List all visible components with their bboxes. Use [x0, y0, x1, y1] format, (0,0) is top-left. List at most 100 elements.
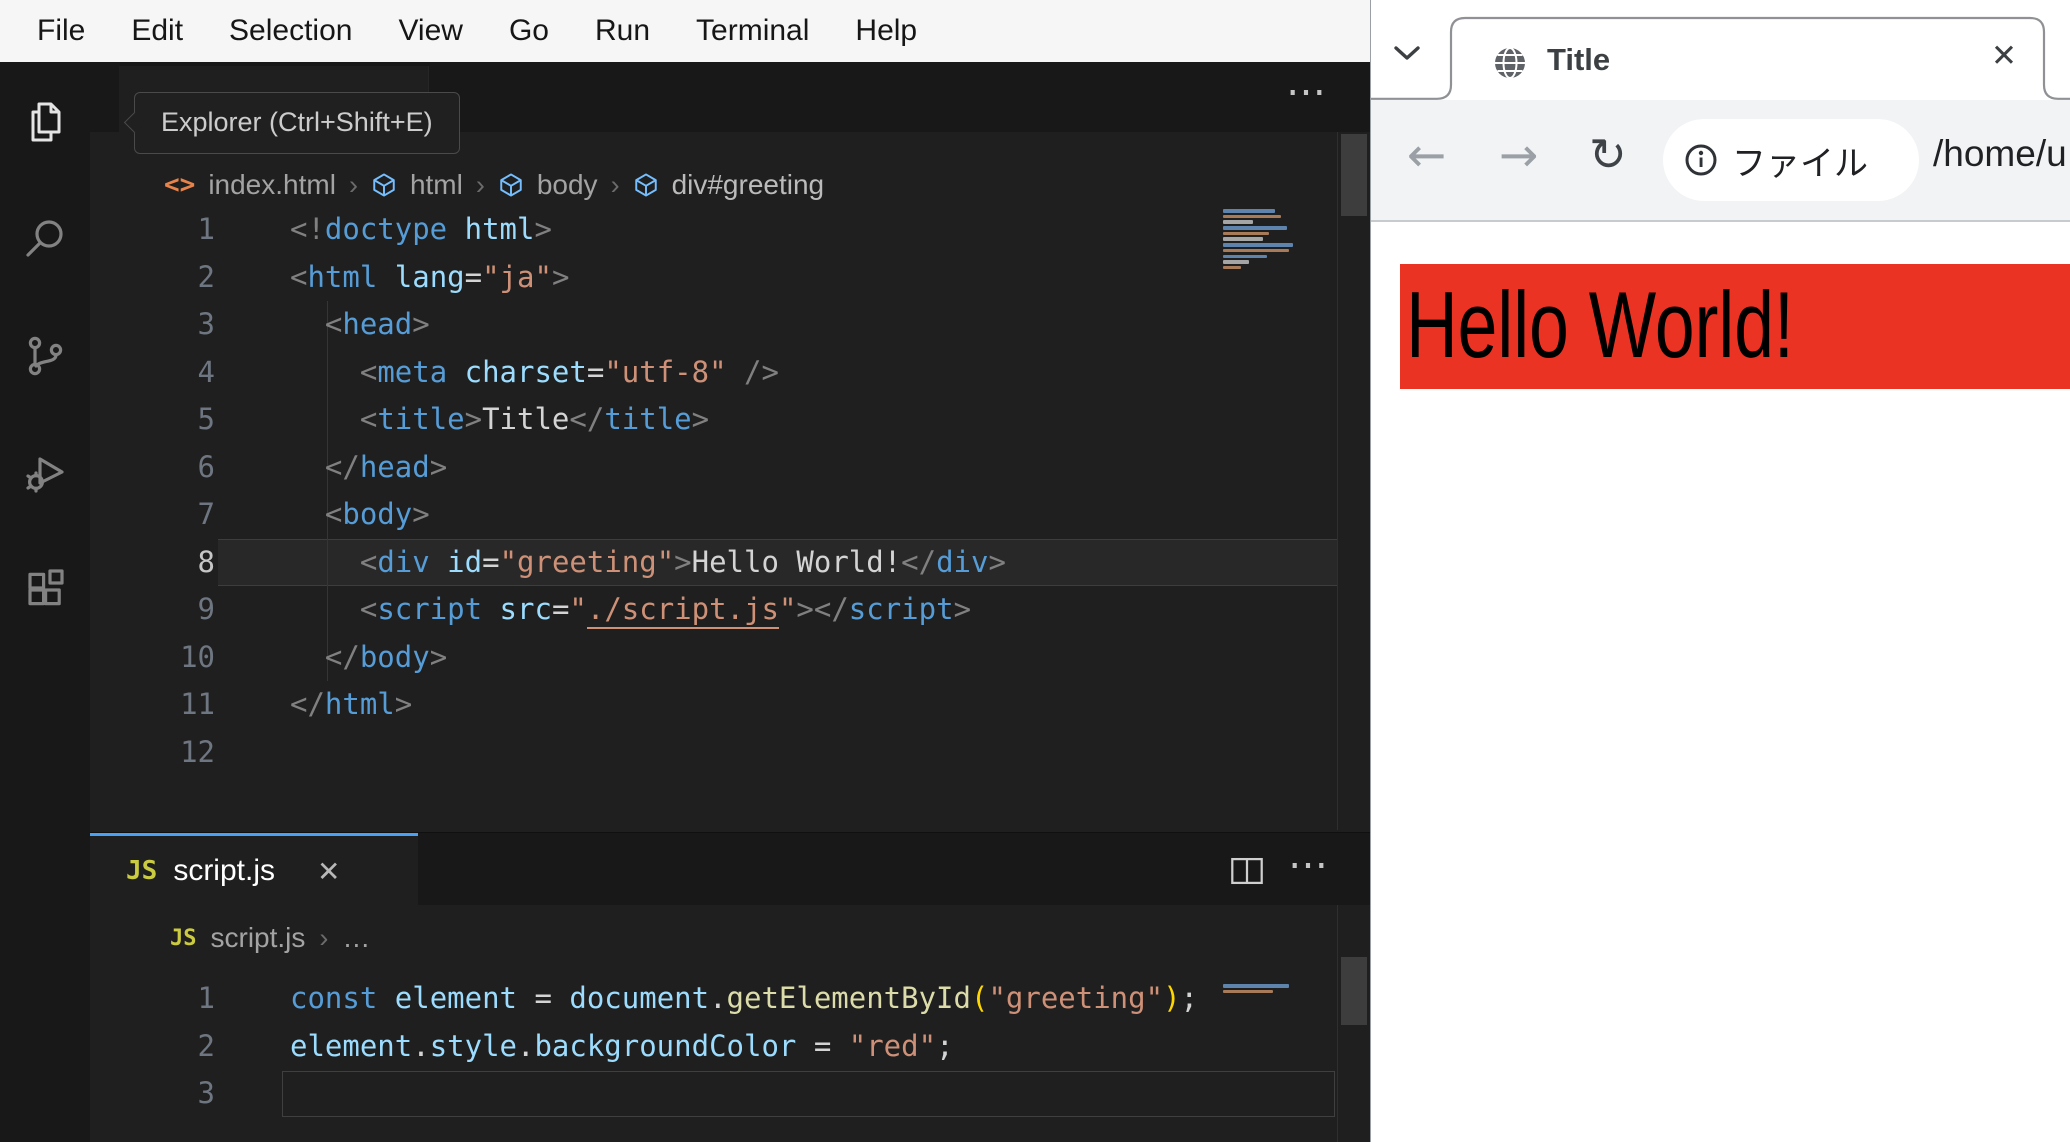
source-control-icon[interactable]	[20, 331, 70, 381]
scrollbar-thumb[interactable]	[1341, 134, 1367, 216]
search-icon[interactable]	[20, 214, 70, 264]
line-number: 1	[197, 981, 215, 1015]
line-text: <body>	[290, 497, 430, 531]
symbol-cube-icon	[373, 173, 395, 197]
chevron-right-icon: ›	[348, 169, 358, 200]
scrollbar-divider	[1337, 905, 1338, 1142]
breadcrumb-item-html[interactable]: html	[410, 169, 463, 201]
line-number: 12	[180, 734, 215, 769]
line-number: 5	[197, 402, 215, 436]
hello-world-banner: Hello World!	[1400, 264, 2070, 389]
browser-window: Title ✕ ← → ↻ ファイル /home/u Hello World!	[1370, 0, 2070, 1142]
menu-terminal[interactable]: Terminal	[673, 14, 832, 48]
breadcrumb-item-file[interactable]: index.html	[208, 169, 336, 201]
code-line-11[interactable]: 11 </html>	[90, 681, 1370, 729]
code-line-2[interactable]: 2 <html lang="ja">	[90, 254, 1370, 302]
breadcrumb-item-more[interactable]: …	[342, 922, 370, 954]
code-editor-html[interactable]: 1 <!doctype html> 2 <html lang="ja"> 3 <head…	[90, 206, 1370, 776]
code-line-9[interactable]: 9 <script src="./script.js"></script>	[90, 586, 1370, 634]
line-number: 9	[197, 592, 215, 626]
breadcrumb-item-body[interactable]: body	[537, 169, 598, 201]
scrollbar-thumb[interactable]	[1341, 957, 1367, 1025]
code-line-6[interactable]: 6 </head>	[90, 444, 1370, 492]
vscode-workbench: Explorer (Ctrl+Shift+E) ⋯ <> index.html …	[0, 62, 1370, 1142]
line-number: 3	[197, 307, 215, 341]
menu-view[interactable]: View	[375, 14, 485, 48]
line-text: <script src="./script.js"></script>	[290, 586, 971, 634]
minimap-line	[1223, 984, 1289, 988]
breadcrumb-item-div-greeting[interactable]: div#greeting	[672, 169, 825, 201]
tooltip-text: Explorer (Ctrl+Shift+E)	[161, 107, 433, 137]
back-button[interactable]: ←	[1407, 128, 1446, 183]
line-number: 2	[197, 1028, 215, 1063]
extensions-icon[interactable]	[20, 565, 70, 615]
close-tab-icon[interactable]: ✕	[317, 855, 340, 888]
code-line-10[interactable]: 10 </body>	[90, 634, 1370, 682]
symbol-cube-icon	[500, 173, 522, 197]
chevron-down-icon[interactable]	[1393, 45, 1421, 67]
hello-world-text: Hello World!	[1406, 272, 1794, 377]
minimap[interactable]	[1223, 984, 1315, 995]
line-number: 3	[197, 1076, 215, 1110]
minimap-line	[1223, 237, 1263, 241]
editor-more-actions-icon[interactable]: ⋯	[1286, 72, 1326, 112]
tab-script-js[interactable]: JS script.js ✕	[90, 833, 418, 906]
code-line-3[interactable]: 3 <head>	[90, 301, 1370, 349]
line-text: <head>	[290, 307, 430, 341]
code-line-1[interactable]: 1 const element = document.getElementById…	[90, 975, 1370, 1023]
line-text: </body>	[290, 639, 448, 674]
code-line-7[interactable]: 7 <body>	[90, 491, 1370, 539]
minimap-line	[1223, 265, 1241, 270]
menu-selection[interactable]: Selection	[206, 14, 375, 48]
symbol-cube-icon	[634, 173, 657, 197]
menu-edit[interactable]: Edit	[108, 14, 206, 48]
reload-button[interactable]: ↻	[1589, 128, 1627, 181]
code-line-4[interactable]: 4 <meta charset="utf-8" />	[90, 349, 1370, 397]
menu-go[interactable]: Go	[486, 14, 572, 48]
minimap-line	[1223, 231, 1269, 236]
breadcrumb-item-script-js[interactable]: script.js	[211, 922, 306, 954]
breadcrumb: <> index.html › html › body › div#greeti…	[90, 165, 1370, 205]
code-line-2[interactable]: 2 element.style.backgroundColor = "red";	[90, 1023, 1370, 1071]
menu-run[interactable]: Run	[572, 14, 673, 48]
browser-toolbar: ← → ↻ ファイル /home/u	[1371, 100, 2070, 222]
js-file-icon: JS	[126, 856, 158, 886]
close-tab-icon[interactable]: ✕	[1991, 38, 2017, 74]
activity-bar	[0, 62, 90, 1142]
code-line-1[interactable]: 1 <!doctype html>	[90, 206, 1370, 254]
panel-more-actions-icon[interactable]: ⋯	[1288, 845, 1328, 885]
code-line-8[interactable]: 8 <div id="greeting">Hello World!</div>	[90, 538, 1370, 587]
menubar: File Edit Selection View Go Run Terminal Help	[0, 0, 1370, 62]
line-number: 10	[180, 639, 215, 674]
info-icon	[1685, 144, 1717, 176]
html-file-icon: <>	[164, 170, 196, 200]
minimap-line	[1223, 260, 1249, 264]
panel-tab-bar: JS script.js ✕ ⋯	[90, 832, 1370, 906]
split-editor-icon[interactable]	[1230, 857, 1264, 890]
forward-button[interactable]: →	[1499, 128, 1538, 183]
line-number: 4	[197, 354, 215, 389]
line-text: element.style.backgroundColor = "red";	[290, 1028, 954, 1063]
code-line-12[interactable]: 12	[90, 729, 1370, 777]
menu-file[interactable]: File	[14, 14, 108, 48]
explorer-icon[interactable]	[20, 97, 70, 147]
address-bar-url[interactable]: /home/u	[1933, 133, 2067, 175]
tab-outline	[1371, 16, 2070, 100]
line-number: 1	[197, 212, 215, 246]
minimap-line	[1223, 248, 1289, 253]
code-line-3[interactable]: 3	[90, 1070, 1370, 1118]
tab-label: script.js	[173, 854, 275, 887]
site-info-label: ファイル	[1732, 144, 1868, 183]
code-editor-js[interactable]: 1 const element = document.getElementById…	[90, 975, 1370, 1118]
minimap-line	[1223, 214, 1281, 219]
site-info-chip[interactable]: ファイル	[1663, 119, 1919, 201]
browser-page: Hello World!	[1371, 222, 2070, 1142]
line-text: <html lang="ja">	[290, 259, 570, 294]
minimap[interactable]	[1223, 209, 1315, 272]
browser-tab-title[interactable]: Title	[1547, 42, 1610, 78]
menu-help[interactable]: Help	[832, 14, 940, 48]
line-number: 11	[180, 687, 215, 721]
run-debug-icon[interactable]	[20, 448, 70, 498]
line-number: 7	[197, 497, 215, 531]
code-line-5[interactable]: 5 <title>Title</title>	[90, 396, 1370, 444]
